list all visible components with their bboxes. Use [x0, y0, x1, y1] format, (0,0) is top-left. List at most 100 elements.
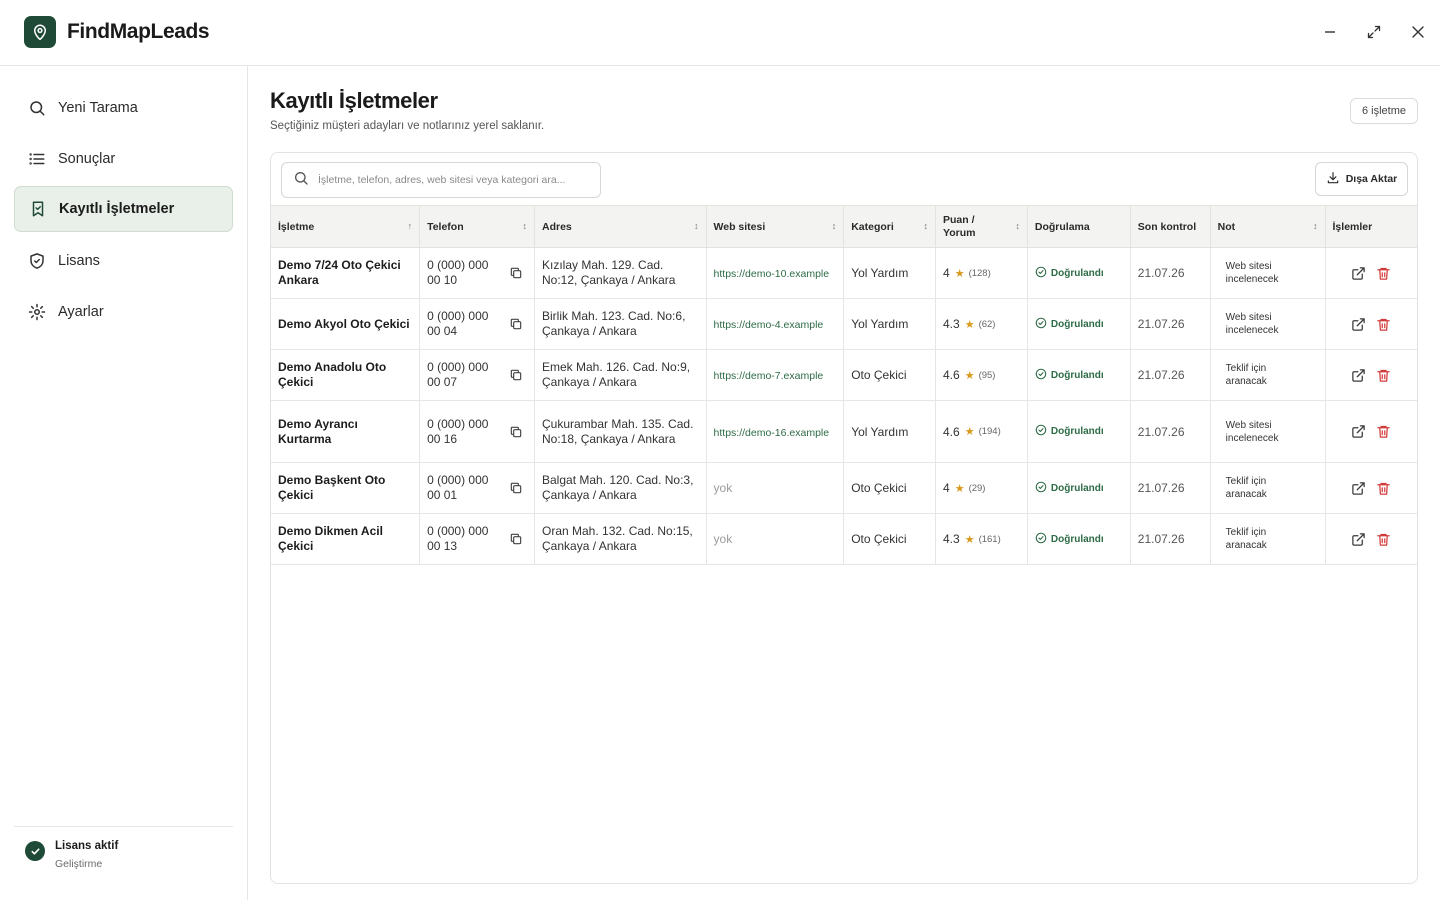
license-status: Lisans aktif: [55, 840, 119, 852]
sort-icon: ↕: [923, 221, 929, 231]
cell-note[interactable]: Teklif için aranacak: [1210, 513, 1326, 565]
review-count: (29): [968, 482, 986, 494]
copy-icon[interactable]: [509, 317, 523, 331]
open-external-icon[interactable]: [1351, 531, 1367, 547]
table-row: Demo Dikmen Acil Çekici 0 (000) 000 00 1…: [271, 513, 1417, 565]
trash-icon[interactable]: [1376, 265, 1392, 281]
open-external-icon[interactable]: [1351, 265, 1367, 281]
check-circle-icon: [1035, 266, 1047, 281]
cell-verification: Doğrulandı: [1027, 513, 1131, 565]
sidebar-item-settings[interactable]: Ayarlar: [14, 289, 233, 335]
copy-icon[interactable]: [509, 266, 523, 280]
cell-rating: 4.6 ★ (95): [935, 349, 1028, 401]
check-icon: [25, 841, 45, 861]
website-link: yok: [713, 532, 733, 546]
minimize-icon[interactable]: [1319, 21, 1341, 43]
cell-verification: Doğrulandı: [1027, 400, 1131, 463]
sidebar-item-new-scan[interactable]: Yeni Tarama: [14, 85, 233, 131]
cell-actions: [1325, 247, 1417, 299]
trash-icon[interactable]: [1376, 480, 1392, 496]
search-input[interactable]: [318, 174, 588, 186]
cell-note[interactable]: Teklif için aranacak: [1210, 462, 1326, 514]
website-link[interactable]: https://demo-10.example: [714, 268, 830, 280]
column-header-name[interactable]: İşletme ↑: [271, 205, 421, 248]
cell-note[interactable]: Web sitesi incelenecek: [1210, 298, 1326, 350]
cell-name: Demo Ayrancı Kurtarma: [271, 400, 421, 463]
copy-icon[interactable]: [509, 481, 523, 495]
table-row: Demo Ayrancı Kurtarma 0 (000) 000 00 16 …: [271, 400, 1417, 463]
cell-phone: 0 (000) 000 00 07: [419, 349, 535, 401]
cell-rating: 4 ★ (128): [935, 247, 1028, 299]
phone-number: 0 (000) 000 00 10: [427, 258, 489, 287]
column-header-address[interactable]: Adres ↕: [534, 205, 707, 248]
export-button[interactable]: Dışa Aktar: [1315, 162, 1408, 196]
website-link[interactable]: https://demo-7.example: [714, 370, 824, 382]
open-external-icon[interactable]: [1351, 367, 1367, 383]
cell-note[interactable]: Web sitesi incelenecek: [1210, 247, 1326, 299]
phone-number: 0 (000) 000 00 16: [427, 416, 489, 446]
cell-last-check: 21.07.26: [1130, 513, 1211, 565]
trash-icon[interactable]: [1376, 424, 1392, 440]
cell-last-check: 21.07.26: [1130, 247, 1211, 299]
cell-verification: Doğrulandı: [1027, 462, 1131, 514]
cell-note[interactable]: Teklif için aranacak: [1210, 349, 1326, 401]
review-count: (62): [978, 318, 996, 330]
trash-icon[interactable]: [1376, 367, 1392, 383]
last-check-date: 21.07.26: [1137, 266, 1185, 280]
website-link[interactable]: https://demo-4.example: [714, 319, 824, 331]
cell-website: https://demo-10.example: [706, 247, 845, 299]
maximize-icon[interactable]: [1363, 21, 1385, 43]
sidebar-item-saved-businesses[interactable]: Kayıtlı İşletmeler: [14, 186, 233, 232]
address-text: Balgat Mah. 120. Cad. No:3, Çankaya / An…: [542, 473, 694, 502]
website-link[interactable]: https://demo-16.example: [714, 427, 830, 439]
copy-icon[interactable]: [509, 368, 523, 382]
column-header-website[interactable]: Web sitesi ↕: [706, 205, 845, 248]
close-icon[interactable]: [1407, 21, 1429, 43]
column-header-phone[interactable]: Telefon ↕: [419, 205, 535, 248]
last-check-date: 21.07.26: [1137, 368, 1185, 382]
sidebar-item-results[interactable]: Sonuçlar: [14, 136, 233, 182]
cell-rating: 4 ★ (29): [935, 462, 1028, 514]
cell-website: yok: [706, 462, 845, 514]
open-external-icon[interactable]: [1351, 480, 1367, 496]
sort-icon: ↕: [831, 221, 837, 231]
review-count: (128): [968, 267, 991, 279]
search-box: [281, 162, 601, 198]
open-external-icon[interactable]: [1351, 316, 1367, 332]
cell-name: Demo 7/24 Oto Çekici Ankara: [271, 247, 421, 299]
verification-status: Doğrulandı: [1050, 426, 1104, 437]
rating-value: 4: [943, 481, 950, 495]
column-label: Telefon: [427, 220, 464, 233]
export-label: Dışa Aktar: [1345, 173, 1398, 185]
list-icon: [28, 150, 46, 168]
cell-rating: 4.3 ★ (62): [935, 298, 1028, 350]
copy-icon[interactable]: [509, 532, 523, 546]
sidebar-item-license[interactable]: Lisans: [14, 238, 233, 284]
column-label: Puan / Yorum: [943, 213, 976, 239]
star-icon: ★: [954, 482, 965, 495]
cell-last-check: 21.07.26: [1130, 298, 1211, 350]
phone-number: 0 (000) 000 00 07: [427, 360, 489, 389]
trash-icon[interactable]: [1376, 531, 1392, 547]
star-icon: ★: [964, 318, 975, 331]
cell-category: Oto Çekici: [843, 513, 936, 565]
cell-category: Oto Çekici: [843, 349, 936, 401]
column-label: İşletme: [278, 220, 315, 233]
column-header-note[interactable]: Not ↕: [1210, 205, 1326, 248]
cell-actions: [1325, 298, 1417, 350]
cell-note[interactable]: Web sitesi incelenecek: [1210, 400, 1326, 463]
check-circle-icon: [1035, 317, 1047, 332]
column-header-rating[interactable]: Puan / Yorum ↕: [935, 205, 1028, 248]
column-header-category[interactable]: Kategori ↕: [843, 205, 936, 248]
column-header-last-check: Son kontrol: [1130, 205, 1211, 248]
sidebar-item-label: Sonuçlar: [58, 151, 116, 167]
copy-icon[interactable]: [509, 425, 523, 439]
cell-name: Demo Anadolu Oto Çekici: [271, 349, 421, 401]
cell-phone: 0 (000) 000 00 01: [419, 462, 535, 514]
cell-address: Balgat Mah. 120. Cad. No:3, Çankaya / An…: [534, 462, 707, 514]
trash-icon[interactable]: [1376, 316, 1392, 332]
rating-value: 4.3: [943, 532, 960, 546]
column-label: Not: [1217, 220, 1236, 233]
cell-verification: Doğrulandı: [1027, 298, 1131, 350]
open-external-icon[interactable]: [1351, 424, 1367, 440]
